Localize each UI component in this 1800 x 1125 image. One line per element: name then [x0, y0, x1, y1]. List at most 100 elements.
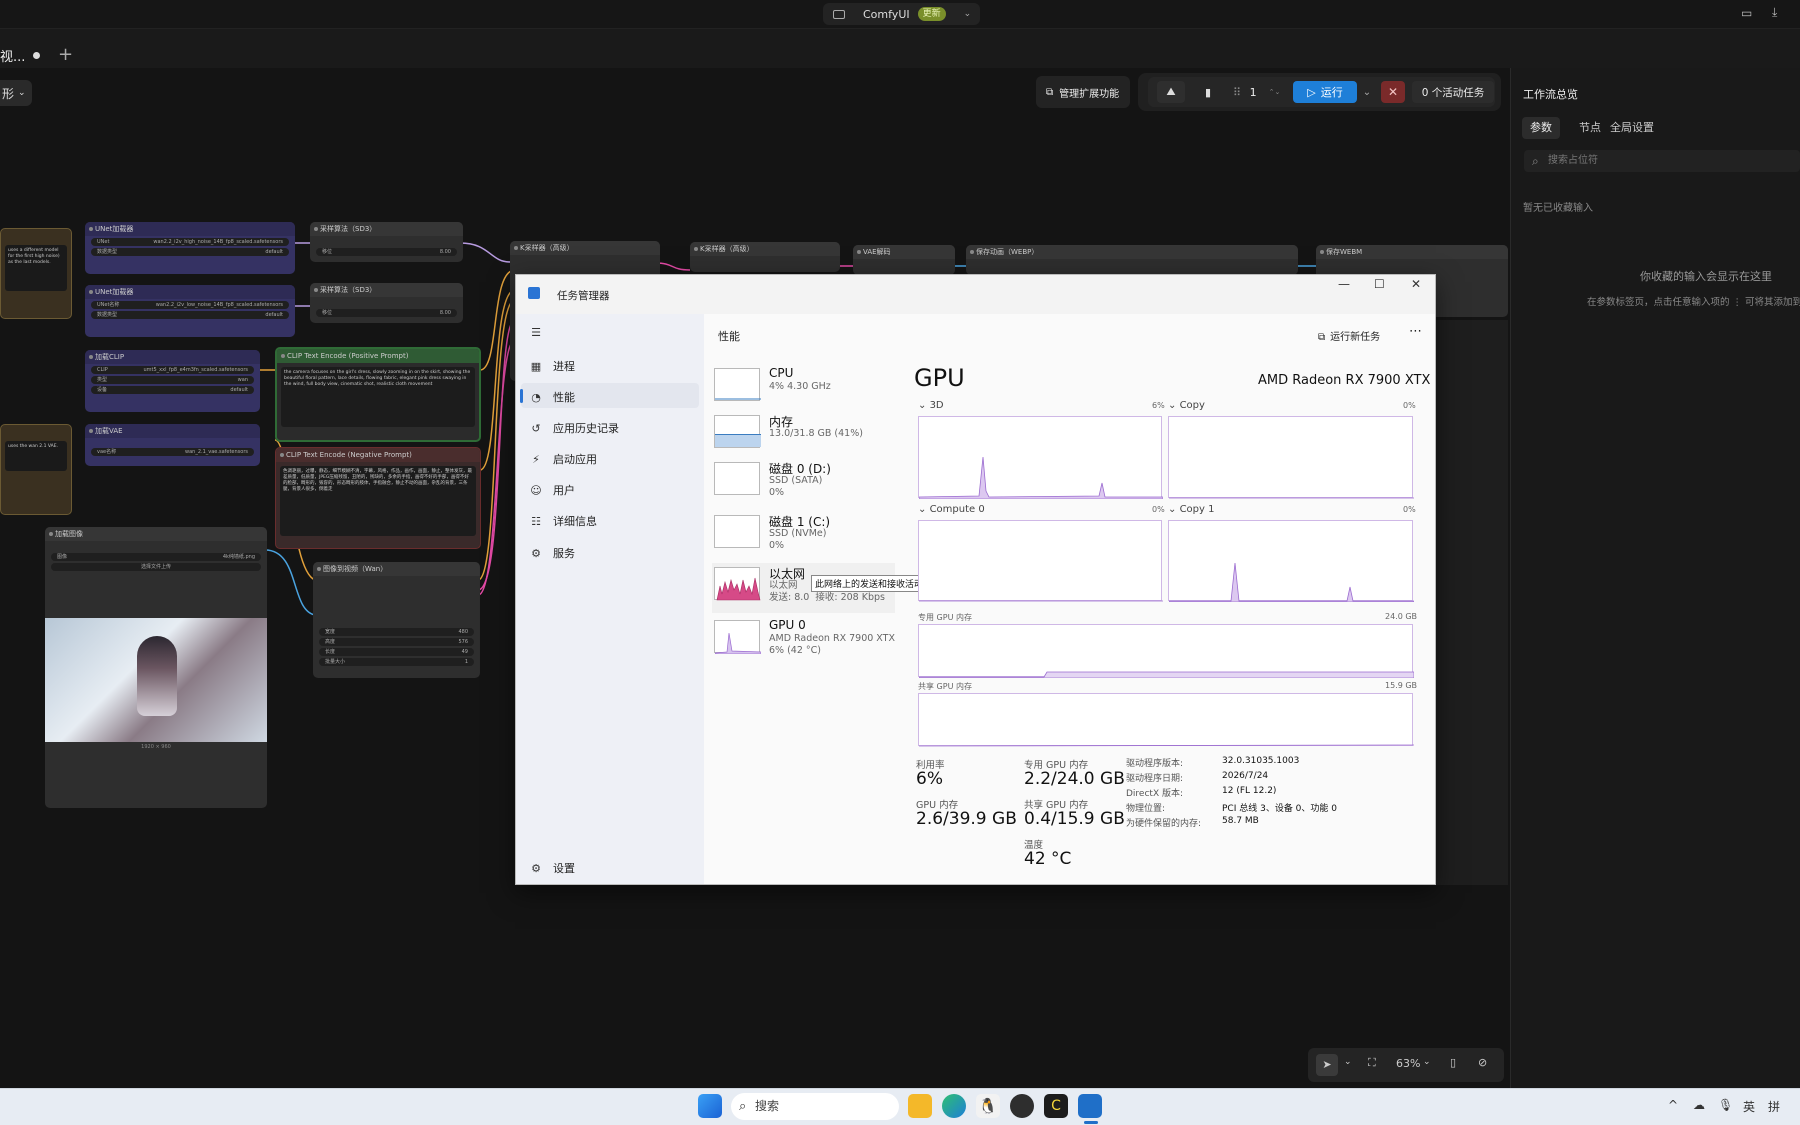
node-widget[interactable]: vae名称 wan_2.1_vae.safetensors	[91, 448, 254, 456]
node-widget[interactable]: 批量大小 1	[319, 658, 474, 666]
engine-selector-compute0[interactable]: ⌄ Compute 0	[918, 504, 985, 515]
chevron-down-icon[interactable]: ⌄	[1344, 1057, 1352, 1067]
pointer-icon[interactable]: ➤	[1316, 1054, 1338, 1076]
stop-button[interactable]: ✕	[1381, 81, 1405, 103]
nav-app-history[interactable]: ↺ 应用历史记录	[528, 420, 619, 436]
node-widget[interactable]: 宽度 480	[319, 628, 474, 636]
vae-decode-node[interactable]: VAE解码	[853, 245, 955, 275]
load-vae-node[interactable]: 加载VAE vae名称 wan_2.1_vae.safetensors	[85, 424, 260, 466]
nav-details[interactable]: ☷ 详细信息	[528, 513, 597, 529]
microphone-icon[interactable]: 🎙	[1718, 1098, 1733, 1112]
positive-prompt-node[interactable]: CLIP Text Encode (Positive Prompt) the c…	[275, 347, 481, 442]
resource-gpu-0[interactable]: GPU 0 AMD Radeon RX 7900 XTX 6% (42 °C)	[712, 616, 895, 666]
nav-settings[interactable]: ⚙ 设置	[528, 860, 575, 876]
node-widget[interactable]: 长度 49	[319, 648, 474, 656]
node-widget[interactable]: 移位 8.00	[316, 248, 457, 256]
engine-selector-copy1[interactable]: ⌄ Copy 1	[1168, 504, 1214, 515]
prompt-textarea[interactable]: the camera focuses on the girl's dress, …	[281, 367, 475, 427]
nav-users[interactable]: ☺ 用户	[528, 482, 575, 498]
run-new-task-button[interactable]: ⧉ 运行新任务	[1318, 328, 1380, 343]
manage-extensions-button[interactable]: ⧉ 管理扩展功能	[1036, 76, 1130, 108]
comfyui-icon[interactable]: C	[1044, 1094, 1068, 1118]
model-sampling-sd3-node[interactable]: 采样算法（SD3） 移位 8.00	[310, 283, 463, 323]
nav-services[interactable]: ⚙ 服务	[528, 545, 575, 561]
chevron-down-icon[interactable]: ⌄	[1423, 1057, 1431, 1067]
node-title: 加载VAE	[85, 424, 260, 438]
widget-value: default	[265, 249, 283, 255]
hamburger-button[interactable]: ☰	[528, 326, 553, 339]
network-tooltip: 此网络上的发送和接收活动	[811, 575, 928, 592]
ime-pinyin[interactable]: 拼	[1768, 1098, 1780, 1115]
load-clip-node[interactable]: 加载CLIP CLIP umt5_xxl_fp8_e4m3fn_scaled.sa…	[85, 350, 260, 412]
resource-cpu[interactable]: CPU 4% 4.30 GHz	[712, 364, 895, 414]
tab-params[interactable]: 参数	[1522, 117, 1560, 139]
node-widget[interactable]: UNet名称 wan2.2_i2v_low_noise_14B_fp8_scale…	[91, 301, 289, 309]
file-explorer-icon[interactable]	[908, 1094, 932, 1118]
image-to-video-node[interactable]: 图像到视频（Wan） 宽度 480 高度 576 长度 49 批量大小 1	[313, 562, 480, 678]
feedback-icon[interactable]: ▭	[1741, 6, 1752, 20]
task-manager-taskbar-icon[interactable]	[1078, 1094, 1102, 1118]
qq-icon[interactable]: 🐧	[976, 1094, 1000, 1118]
model-sampling-sd3-node[interactable]: 采样算法（SD3） 移位 8.00	[310, 222, 463, 262]
active-tasks-button[interactable]: 0 个活动任务	[1412, 81, 1494, 103]
save-webp-node[interactable]: 保存动画（WEBP）	[966, 245, 1298, 275]
chevron-down-icon: ⌄	[918, 400, 930, 411]
node-widget[interactable]: UNet wan2.2_i2v_high_noise_14B_fp8_scaled…	[91, 238, 289, 246]
zoom-level[interactable]: 63%	[1396, 1057, 1420, 1070]
queue-mode-icon[interactable]: ⛰	[1157, 81, 1185, 103]
ime-mode[interactable]: 英	[1743, 1098, 1755, 1115]
ksampler-advanced-node[interactable]: K采样器（高级）	[690, 242, 840, 272]
hide-links-icon[interactable]: ⊘	[1478, 1056, 1487, 1069]
widget-value: 480	[458, 629, 468, 635]
note-node[interactable]: uses a different model for the first hig…	[0, 228, 72, 319]
unet-loader-node[interactable]: UNet加载器 UNet wan2.2_i2v_high_noise_14B_fp…	[85, 222, 295, 274]
resource-disk-1[interactable]: 磁盘 1 (C:) SSD (NVMe) 0%	[712, 511, 895, 561]
unet-loader-node[interactable]: UNet加载器 UNet名称 wan2.2_i2v_low_noise_14B_f…	[85, 285, 295, 337]
node-widget[interactable]: 数据类型 default	[91, 248, 289, 256]
node-widget[interactable]: 移位 8.00	[316, 309, 457, 317]
graph-compute0	[918, 520, 1163, 602]
note-node[interactable]: uses the wan 2.1 VAE.	[0, 424, 72, 515]
engine-selector-3d[interactable]: ⌄ 3D	[918, 400, 944, 411]
taskbar-search[interactable]: 搜索	[731, 1093, 899, 1120]
node-title: 图像到视频（Wan）	[313, 562, 480, 576]
maximize-button[interactable]: ☐	[1374, 277, 1385, 291]
tab-global-settings[interactable]: 全局设置	[1602, 117, 1662, 139]
batch-count-input[interactable]: 1 ⌃⌄	[1245, 81, 1285, 103]
minimize-button[interactable]: —	[1338, 277, 1350, 291]
drag-handle-icon[interactable]: ⠿	[1231, 81, 1243, 103]
edge-browser-icon[interactable]	[942, 1094, 966, 1118]
search-input[interactable]: 搜索占位符	[1524, 150, 1800, 172]
resource-disk-0[interactable]: 磁盘 0 (D:) SSD (SATA) 0%	[712, 458, 895, 508]
minimap-icon[interactable]: ▯	[1450, 1056, 1456, 1069]
nav-startup-apps[interactable]: ⚡ 启动应用	[528, 451, 597, 467]
node-widget[interactable]: 图像 4k纯墙纸.png	[51, 553, 261, 561]
fit-view-icon[interactable]: ⛶	[1368, 1056, 1376, 1070]
load-image-node[interactable]: 加载图像 图像 4k纯墙纸.png 选择文件上传 1920 × 960	[45, 527, 267, 808]
resource-memory[interactable]: 内存 13.0/31.8 GB (41%)	[712, 411, 895, 461]
node-widget[interactable]: CLIP umt5_xxl_fp8_e4m3fn_scaled.safetenso…	[91, 366, 254, 374]
chevron-down-icon[interactable]: ⌄	[1360, 81, 1374, 103]
stepper-icon[interactable]: ⌃⌄	[1269, 88, 1281, 96]
engine-selector-copy[interactable]: ⌄ Copy	[1168, 400, 1205, 411]
run-button[interactable]: ▷ 运行	[1293, 81, 1357, 103]
node-widget[interactable]: 高度 576	[319, 638, 474, 646]
download-icon[interactable]: ⤓	[1772, 5, 1777, 20]
cloud-sync-icon[interactable]: ☁	[1693, 1098, 1705, 1112]
prompt-textarea[interactable]: 色调艳丽，过曝，静态，细节模糊不清，字幕，风格，作品，画作，画面，静止，整体发灰…	[280, 466, 476, 536]
obs-icon[interactable]	[1010, 1094, 1034, 1118]
start-menu-icon[interactable]	[698, 1094, 722, 1118]
upload-button[interactable]: 选择文件上传	[51, 563, 261, 571]
gpu-mini-graph	[714, 620, 762, 655]
negative-prompt-node[interactable]: CLIP Text Encode (Negative Prompt) 色调艳丽，…	[275, 447, 481, 549]
engine-percent: 0%	[1403, 401, 1416, 410]
tray-overflow-icon[interactable]: ^	[1668, 1098, 1678, 1112]
more-options-button[interactable]: ⋯	[1409, 324, 1422, 339]
node-widget[interactable]: 设备 default	[91, 386, 254, 394]
nav-performance[interactable]: ◔ 性能	[528, 389, 575, 405]
close-button[interactable]: ✕	[1411, 277, 1421, 291]
node-widget[interactable]: 数据类型 default	[91, 311, 289, 319]
node-widget[interactable]: 类型 wan	[91, 376, 254, 384]
nav-processes[interactable]: ▦ 进程	[528, 358, 575, 374]
bookmark-icon[interactable]: ▮	[1197, 81, 1219, 103]
